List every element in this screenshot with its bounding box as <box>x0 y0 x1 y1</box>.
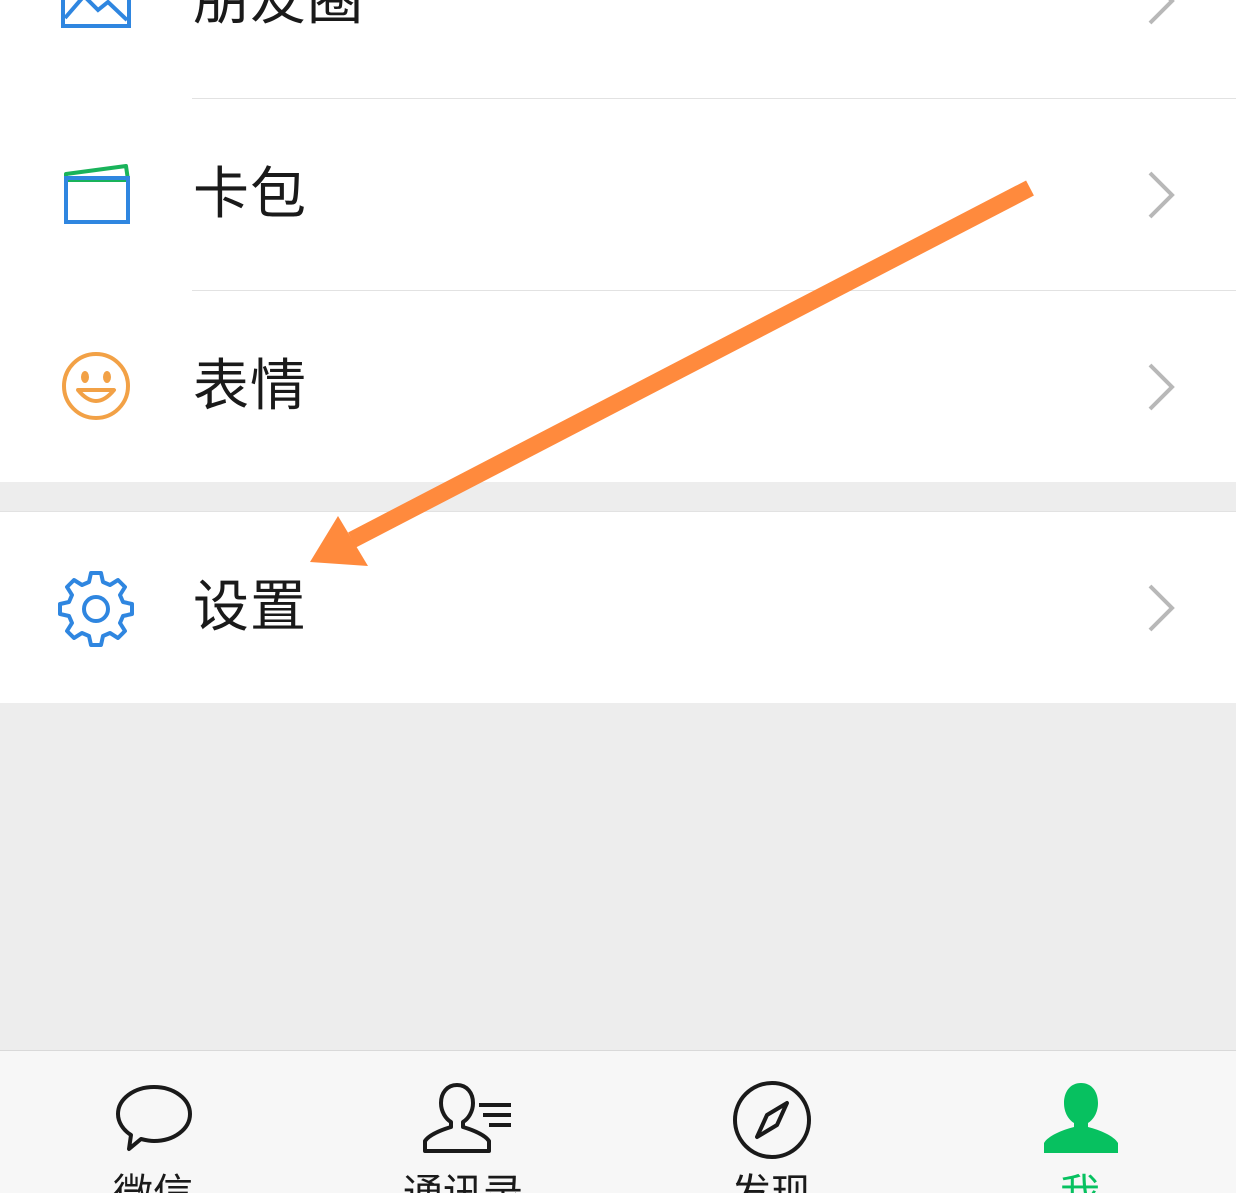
tab-label: 通讯录 <box>363 1169 563 1193</box>
menu-item-settings[interactable]: 设置 <box>0 512 1236 703</box>
menu-group-settings: 设置 <box>0 511 1236 703</box>
tab-label: 发现 <box>671 1169 871 1193</box>
menu-item-card-wallet[interactable]: 卡包 <box>0 99 1236 290</box>
menu-item-label: 设置 <box>193 575 307 640</box>
menu-item-moments[interactable]: 朋友圈 <box>0 0 1236 96</box>
contacts-icon <box>423 1079 511 1161</box>
tab-discover[interactable]: 发现 <box>671 1051 871 1193</box>
menu-item-label: 朋友圈 <box>193 0 364 33</box>
chevron-right-icon <box>1140 0 1180 27</box>
moments-icon <box>56 0 136 40</box>
menu-item-label: 卡包 <box>193 162 307 227</box>
menu-group-top: 朋友圈 卡包 表情 <box>0 0 1236 482</box>
chevron-right-icon <box>1140 361 1180 413</box>
tab-contacts[interactable]: 通讯录 <box>363 1051 563 1193</box>
person-icon <box>1040 1079 1122 1161</box>
menu-item-label: 表情 <box>193 354 307 419</box>
tab-label: 微信 <box>53 1169 253 1193</box>
compass-icon <box>731 1079 813 1161</box>
chevron-right-icon <box>1140 169 1180 221</box>
tab-me[interactable]: 我 <box>980 1051 1180 1193</box>
bottom-tab-bar: 微信 通讯录 发现 <box>0 1050 1236 1193</box>
card-wallet-icon <box>56 154 136 234</box>
tab-chats[interactable]: 微信 <box>53 1051 253 1193</box>
chat-bubble-icon <box>113 1079 195 1161</box>
gear-icon <box>56 567 136 647</box>
tab-label: 我 <box>980 1169 1180 1193</box>
smiley-icon <box>56 346 136 426</box>
chevron-right-icon <box>1140 582 1180 634</box>
me-screen: 朋友圈 卡包 表情 设置 <box>0 0 1236 1193</box>
menu-item-stickers[interactable]: 表情 <box>0 291 1236 482</box>
